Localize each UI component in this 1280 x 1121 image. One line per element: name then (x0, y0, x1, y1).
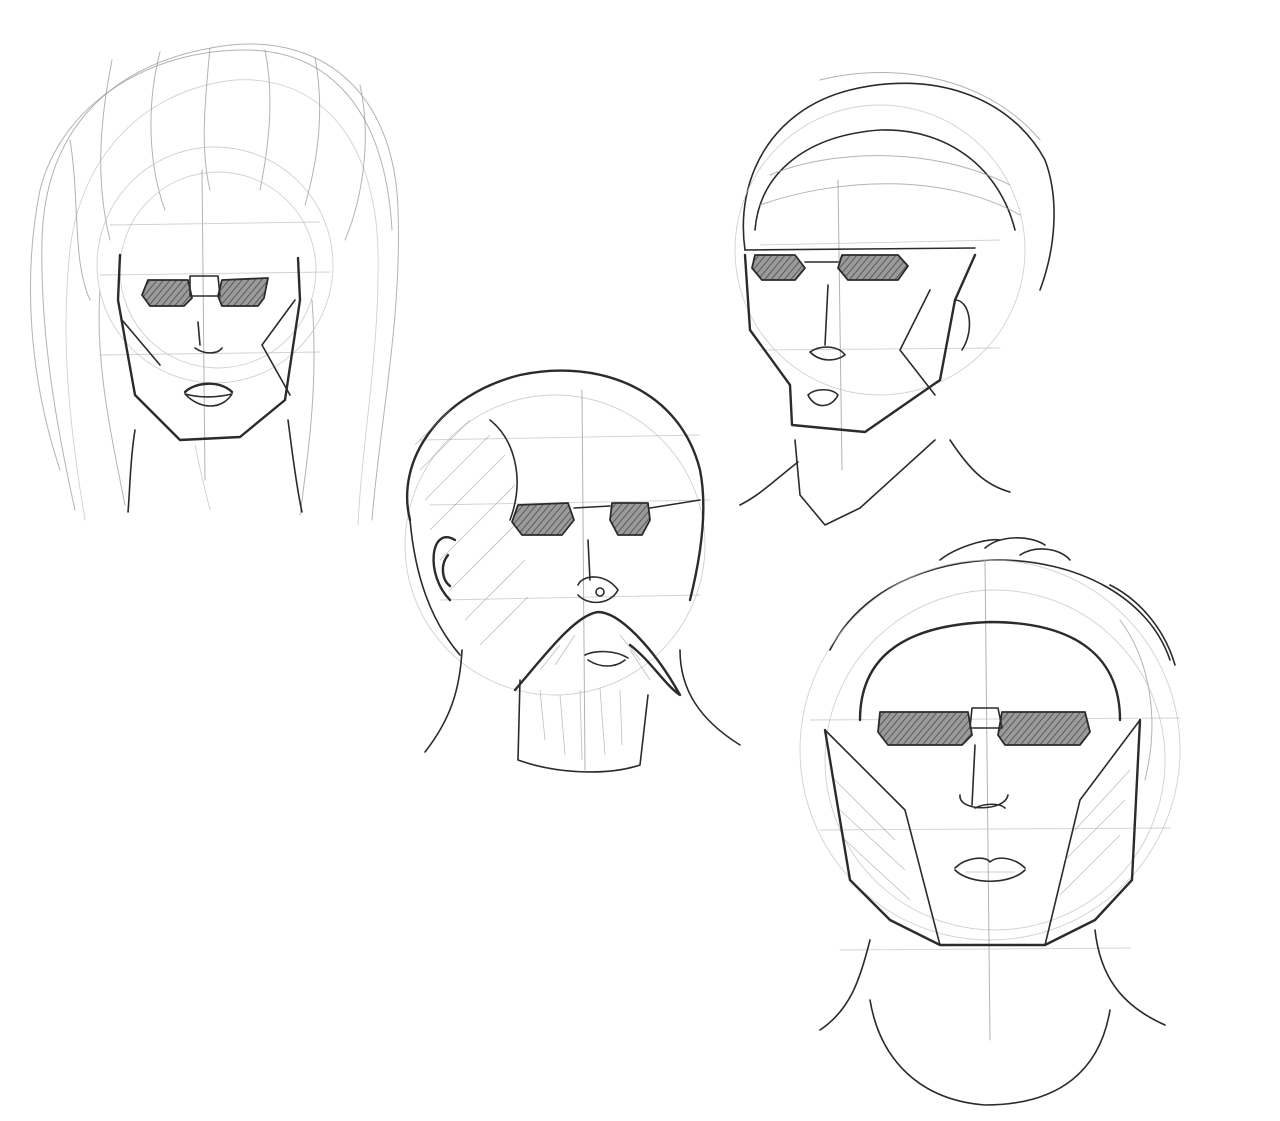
short-hair-head (799, 537, 1181, 1106)
neck (127, 419, 303, 513)
lips (807, 388, 839, 407)
face-outline (823, 620, 1142, 947)
neck-shoulders (739, 439, 1011, 526)
sunglasses (511, 499, 701, 536)
turban (734, 72, 1055, 396)
neck-shoulders (424, 649, 741, 753)
face-outline (743, 253, 977, 434)
nose (194, 321, 223, 354)
sunglasses (744, 247, 976, 281)
mouth (584, 650, 629, 667)
hair-outline (29, 43, 399, 526)
ear (432, 536, 457, 602)
neck-shoulders (819, 929, 1166, 1106)
face-outline (116, 253, 302, 442)
mustache (513, 610, 682, 697)
lips (954, 857, 1026, 883)
turban-head (734, 72, 1055, 526)
sunglasses (141, 275, 269, 307)
sunglasses (877, 707, 1091, 746)
bald-mustache-head (404, 369, 741, 773)
long-hair-head (29, 43, 399, 526)
sketch-canvas (29, 43, 1181, 1106)
lips (183, 382, 234, 407)
nose (959, 744, 1009, 809)
